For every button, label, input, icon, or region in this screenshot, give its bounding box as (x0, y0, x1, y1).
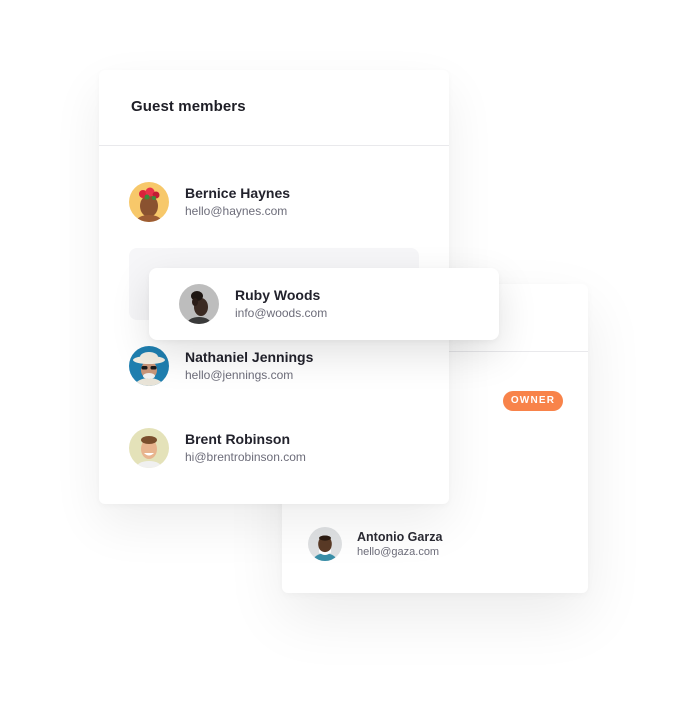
member-name: Bernice Haynes (185, 185, 291, 201)
avatar-smiling-man-icon (129, 428, 169, 468)
dragged-member-card[interactable]: Ruby Woods info@woods.com (149, 268, 499, 340)
list-item-nathaniel-jennings[interactable]: Nathaniel Jennings hello@jennings.com (129, 346, 313, 386)
member-email: info@woods.com (235, 306, 328, 320)
member-name: Brent Robinson (185, 431, 290, 447)
member-email: hello@gaza.com (357, 545, 440, 558)
avatar-flower-crown-icon (129, 182, 169, 222)
member-name: Ruby Woods (235, 287, 321, 303)
stage: OWNER Antonio Garza hello@gaza.com om Gu… (0, 0, 688, 723)
member-name: Nathaniel Jennings (185, 349, 314, 365)
list-item-bernice-haynes[interactable]: Bernice Haynes hello@haynes.com (129, 182, 290, 222)
avatar-ruby-woods (179, 284, 219, 324)
list-item-ruby-woods[interactable]: Ruby Woods info@woods.com (179, 284, 327, 324)
list-item-brent-robinson[interactable]: Brent Robinson hi@brentrobinson.com (129, 428, 306, 468)
avatar-nathaniel-jennings (129, 346, 169, 386)
member-email: hi@brentrobinson.com (185, 450, 306, 464)
card-title: Guest members (131, 98, 246, 115)
avatar-antonio-garza (308, 527, 342, 561)
avatar-bernice-haynes (129, 182, 169, 222)
avatar-profile-dark-icon (179, 284, 219, 324)
member-email: hello@haynes.com (185, 204, 288, 218)
owner-badge: OWNER (503, 391, 563, 411)
list-item-antonio-garza[interactable]: Antonio Garza hello@gaza.com (308, 527, 442, 561)
avatar-smiling-man-2-icon (308, 527, 342, 561)
avatar-brent-robinson (129, 428, 169, 468)
avatar-hat-sunglasses-icon (129, 346, 169, 386)
member-name: Antonio Garza (357, 529, 443, 544)
member-email: hello@jennings.com (185, 368, 294, 382)
guest-card-divider (99, 145, 449, 146)
